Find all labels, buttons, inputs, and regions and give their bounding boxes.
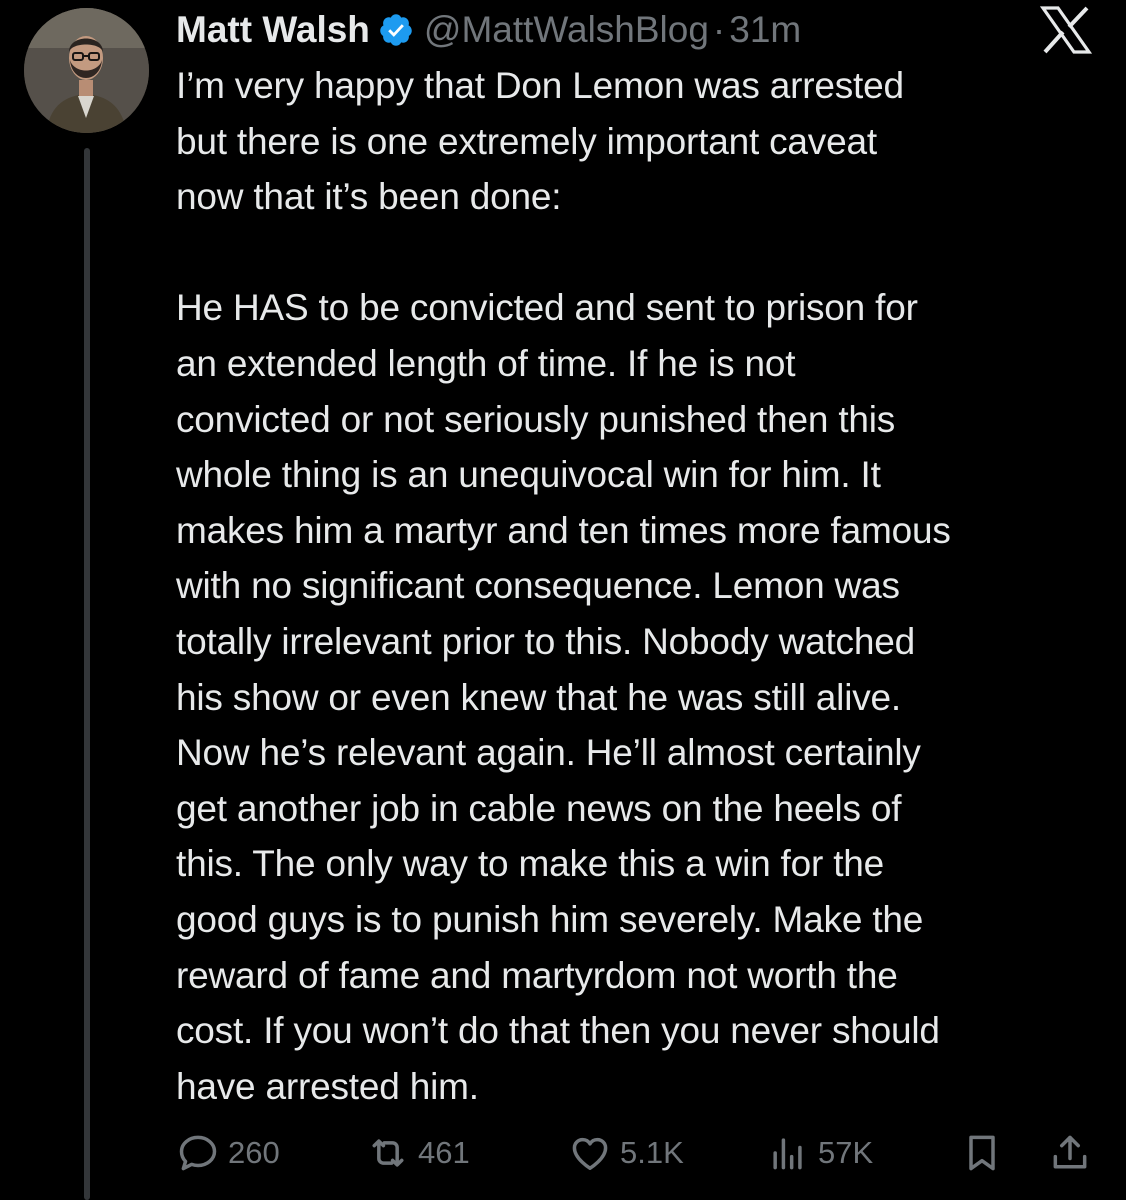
- share-button[interactable]: [1048, 1126, 1092, 1180]
- thread-line: [84, 148, 90, 1200]
- reply-icon: [179, 1135, 217, 1171]
- author-display-name[interactable]: Matt Walsh: [176, 9, 370, 51]
- reply-button[interactable]: 260: [176, 1126, 280, 1180]
- avatar-photo-icon: [24, 8, 149, 133]
- separator-dot: ·: [712, 9, 726, 50]
- action-bar: 260 461 5.1K 57K: [176, 1126, 1096, 1180]
- like-count: 5.1K: [620, 1135, 684, 1170]
- verified-badge-icon: [378, 12, 414, 48]
- tweet-text: I’m very happy that Don Lemon was arrest…: [176, 65, 951, 1107]
- author-handle[interactable]: @MattWalshBlog: [424, 9, 709, 51]
- views-count: 57K: [818, 1135, 874, 1170]
- views-button[interactable]: 57K: [766, 1126, 873, 1180]
- like-button[interactable]: 5.1K: [568, 1126, 684, 1180]
- retweet-icon: [372, 1139, 404, 1167]
- share-icon: [1053, 1135, 1087, 1169]
- bookmark-icon: [969, 1135, 995, 1171]
- retweet-button[interactable]: 461: [366, 1126, 470, 1180]
- tweet-header: Matt Walsh @MattWalshBlog · 31m: [176, 4, 801, 56]
- tweet: Matt Walsh @MattWalshBlog · 31m I’m very…: [0, 0, 1126, 1200]
- views-icon: [773, 1138, 802, 1170]
- x-logo-icon: [1039, 6, 1093, 54]
- reply-count: 260: [228, 1135, 280, 1170]
- timestamp[interactable]: 31m: [729, 9, 801, 51]
- retweet-count: 461: [418, 1135, 470, 1170]
- avatar[interactable]: [24, 8, 149, 133]
- bookmark-button[interactable]: [960, 1126, 1004, 1180]
- heart-icon: [572, 1137, 608, 1170]
